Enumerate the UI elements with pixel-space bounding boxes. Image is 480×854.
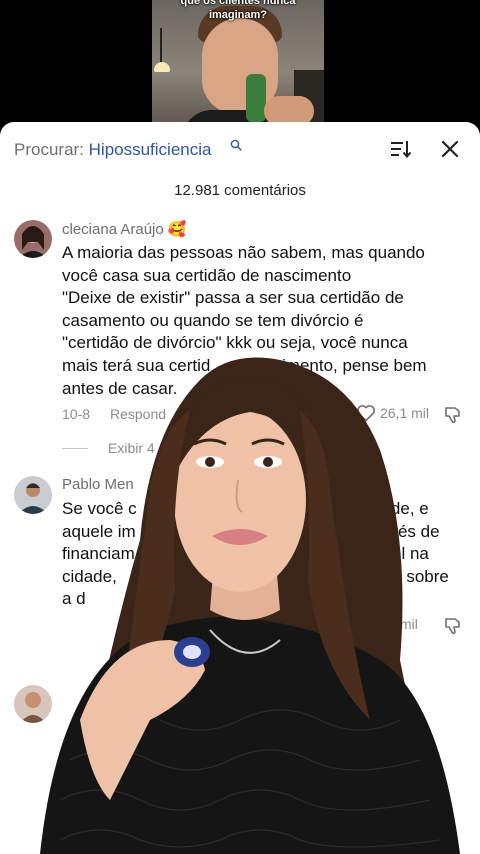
comment-line-tail: imento, pense bem xyxy=(282,355,427,375)
sort-icon[interactable] xyxy=(390,139,412,159)
comment-line-start: cidade, xyxy=(62,566,117,586)
man-face xyxy=(202,18,278,114)
view-replies-label: Exibir 4 xyxy=(108,440,155,456)
avatar[interactable] xyxy=(14,476,52,514)
comment-line-start: mais terá sua certid xyxy=(62,355,211,375)
comments-sheet: Procurar: Hipossuficiencia 12.981 coment… xyxy=(0,122,480,854)
comment-line-start: financiam xyxy=(62,544,135,564)
reply-button[interactable]: Respond xyxy=(110,406,166,422)
comment-line-tail: dade, e xyxy=(372,499,429,518)
comment-line: mais terá sua certid imento, pense bem xyxy=(62,355,462,378)
video-player[interactable]: que os clientes nunca imaginam? xyxy=(0,0,480,130)
like-button[interactable]: mil xyxy=(400,616,418,632)
lamp-pole xyxy=(160,28,162,66)
like-button[interactable]: 26,1 mil xyxy=(356,404,429,422)
comment-line: você casa sua certidão de nascimento xyxy=(62,265,352,285)
comment-line-tail: avés de xyxy=(380,521,440,541)
video-frame: que os clientes nunca imaginam? xyxy=(152,0,324,130)
comment-line: aquele im avés de xyxy=(62,521,462,544)
lamp-light xyxy=(154,62,170,72)
dislike-icon[interactable] xyxy=(443,405,463,425)
avatar[interactable] xyxy=(14,685,52,723)
video-caption-line-1: que os clientes nunca xyxy=(180,0,296,7)
comments-count: 12.981 comentários xyxy=(174,182,306,199)
like-count: 26,1 mil xyxy=(380,405,430,421)
search-prefix: Procurar: xyxy=(14,140,89,159)
comment-line: casamento ou quando se tem divórcio é xyxy=(62,310,364,330)
search-term[interactable]: Hipossuficiencia xyxy=(89,140,212,159)
comment-author[interactable]: cleciana Araújo 🥰 xyxy=(62,220,187,238)
comment-line: A maioria das pessoas não sabem, mas qua… xyxy=(62,243,425,262)
like-count: mil xyxy=(400,616,418,632)
video-caption-line-2: imaginam? xyxy=(208,9,268,21)
search-icon[interactable] xyxy=(230,139,242,151)
divider xyxy=(62,447,88,449)
comment-line: a d xyxy=(62,589,86,609)
comment-line-tail: nto sobre xyxy=(378,566,449,586)
view-replies-button[interactable]: Exibir 4 xyxy=(62,440,155,456)
comment-line: Se você c dade, e xyxy=(62,498,462,521)
comment-text: Se você c dade, e aquele im avés de financ… xyxy=(62,498,462,611)
heart-icon xyxy=(356,405,376,422)
comment-line: "certidão de divórcio" kkk ou seja, você… xyxy=(62,333,408,353)
comment-line-start: aquele im xyxy=(62,521,136,541)
avatar[interactable] xyxy=(14,220,52,258)
close-icon[interactable] xyxy=(441,140,459,158)
video-caption: que os clientes nunca imaginam? xyxy=(152,0,324,22)
comment-line-start: Se você c xyxy=(62,499,137,518)
comment-text: A maioria das pessoas não sabem, mas qua… xyxy=(62,242,462,400)
comment-line: financiam el na xyxy=(62,543,462,566)
comment-line: "Deixe de existir" passa a ser sua certi… xyxy=(62,288,404,308)
comment-line-tail: el na xyxy=(392,544,429,564)
dislike-icon[interactable] xyxy=(443,616,463,636)
comment-search[interactable]: Procurar: Hipossuficiencia xyxy=(14,139,242,160)
comment-date: 10-8 xyxy=(62,406,91,422)
comment-line: cidade, nto sobre xyxy=(62,566,462,589)
comment-author[interactable]: Pablo Men xyxy=(62,476,134,493)
bottle xyxy=(246,74,266,122)
comment-line: antes de casar. xyxy=(62,378,178,398)
